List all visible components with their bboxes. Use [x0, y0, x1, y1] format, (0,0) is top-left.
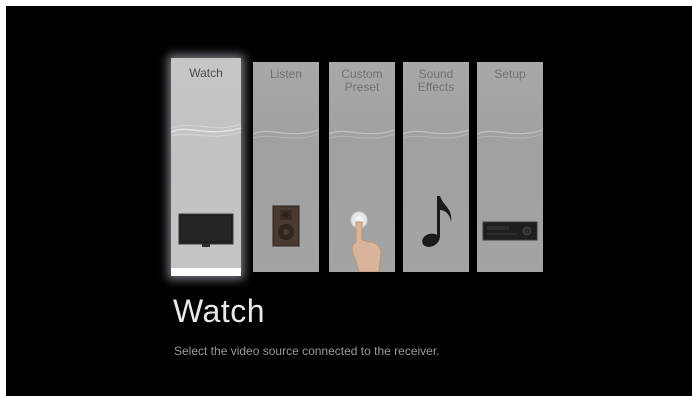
menu-item-sound-effects[interactable]: Sound Effects: [403, 62, 469, 272]
menu-item-label: Setup: [494, 67, 526, 81]
screen: Watch Listen Custom Preset Sound Effects…: [6, 6, 692, 396]
selection-indicator: [171, 268, 241, 276]
tv-icon: [178, 213, 234, 247]
menu-item-label: Sound Effects: [417, 67, 455, 94]
menu-item-label: Listen: [269, 67, 303, 81]
wave-decoration: [171, 123, 241, 137]
wave-decoration: [329, 129, 395, 139]
music-note-icon: [422, 196, 452, 247]
wave-decoration: [477, 129, 543, 139]
page-description: Select the video source connected to the…: [174, 344, 440, 358]
menu-item-watch[interactable]: Watch: [171, 58, 241, 276]
wave-decoration: [403, 129, 469, 139]
finger-touch-icon: [350, 211, 382, 272]
menu-item-setup[interactable]: Setup: [477, 62, 543, 272]
menu-item-custom-preset[interactable]: Custom Preset: [329, 62, 395, 272]
menu-item-listen[interactable]: Listen: [253, 62, 319, 272]
menu-item-label: Custom Preset: [341, 67, 383, 94]
home-menu: Watch Listen Custom Preset Sound Effects…: [171, 56, 543, 282]
receiver-icon: [482, 221, 538, 241]
page-title: Watch: [173, 293, 265, 329]
menu-item-label: Watch: [189, 66, 223, 80]
speaker-icon: [272, 205, 300, 247]
wave-decoration: [253, 129, 319, 139]
